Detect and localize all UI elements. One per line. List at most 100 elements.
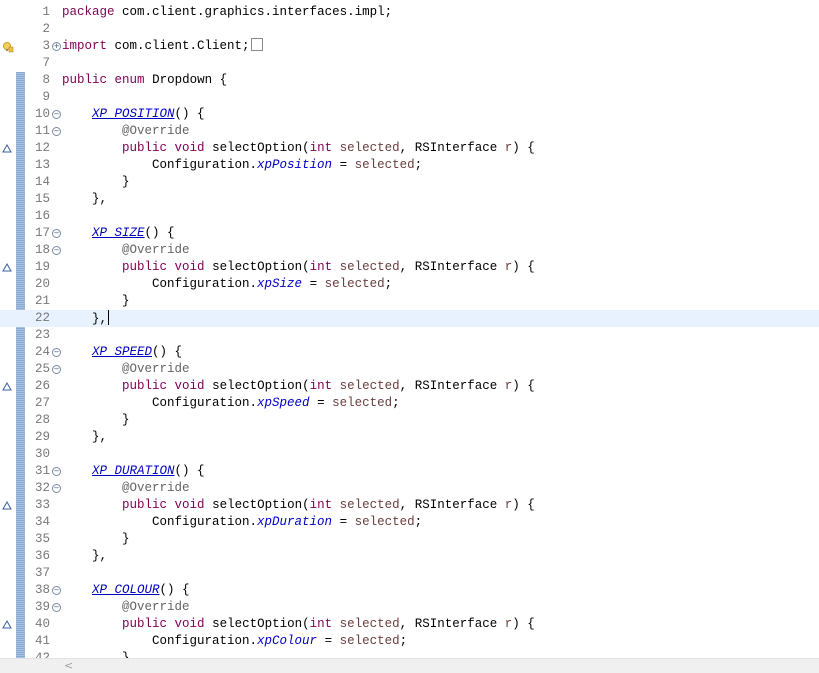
fold-collapse-icon[interactable]: − (52, 365, 61, 374)
code-editor[interactable]: 1 package com.client.graphics.interfaces.… (0, 0, 819, 658)
code-line[interactable]: 16 (0, 208, 819, 225)
fold-collapse-icon[interactable]: − (52, 603, 61, 612)
code-line[interactable]: 18 @Override − (0, 242, 819, 259)
code-line[interactable]: 20 Configuration.xpSize = selected; (0, 276, 819, 293)
code-line[interactable]: 28 } (0, 412, 819, 429)
code-line[interactable]: 26 public void selectOption(int selected… (0, 378, 819, 395)
code-text: }, (62, 191, 107, 208)
code-line[interactable]: 32 @Override − (0, 480, 819, 497)
code-line[interactable]: 13 Configuration.xpPosition = selected; (0, 157, 819, 174)
fold-collapse-icon[interactable]: − (52, 110, 61, 119)
code-line[interactable]: 35 } (0, 531, 819, 548)
code-text: XP_DURATION() { (62, 463, 205, 480)
code-line[interactable]: 9 (0, 89, 819, 106)
param-name: selected (332, 396, 393, 410)
fold-collapse-icon[interactable]: − (52, 127, 61, 136)
override-marker-icon[interactable] (2, 619, 12, 629)
warning-lightbulb-icon[interactable] (2, 41, 14, 53)
code-line[interactable]: 17 XP_SIZE() {− (0, 225, 819, 242)
code-line[interactable]: 37 (0, 565, 819, 582)
code-line[interactable]: 42 } (0, 650, 819, 658)
code-line[interactable]: 21 } (0, 293, 819, 310)
code-line[interactable]: 10 XP_POSITION() {− (0, 106, 819, 123)
line-number: 33 (34, 498, 50, 512)
method-tail: ) { (512, 617, 535, 631)
code-line[interactable]: 30 (0, 446, 819, 463)
code-line[interactable]: 41 Configuration.xpColour = selected; (0, 633, 819, 650)
code-line[interactable]: 25 @Override − (0, 361, 819, 378)
code-line[interactable]: 38 XP_COLOUR() {− (0, 582, 819, 599)
fold-expand-icon[interactable]: + (52, 42, 61, 51)
code-line[interactable]: 36 }, (0, 548, 819, 565)
code-text: XP_POSITION() { (62, 106, 205, 123)
code-text: @Override (62, 361, 190, 378)
code-line[interactable]: 3 import com.client.Client; + (0, 38, 819, 55)
fold-collapse-icon[interactable]: − (52, 484, 61, 493)
line-number: 38 (34, 583, 50, 597)
param-name: selected (339, 260, 400, 274)
fold-collapse-icon[interactable]: − (52, 348, 61, 357)
override-marker-icon[interactable] (2, 500, 12, 510)
code-line[interactable]: 7 (0, 55, 819, 72)
method-name: selectOption( (212, 379, 310, 393)
enum-constant-name: XP_DURATION (92, 464, 175, 478)
code-line[interactable]: 11 @Override − (0, 123, 819, 140)
code-line[interactable]: 2 (0, 21, 819, 38)
code-line[interactable]: 34 Configuration.xpDuration = selected; (0, 514, 819, 531)
override-marker-icon[interactable] (2, 381, 12, 391)
horizontal-scrollbar[interactable]: < (0, 658, 819, 673)
fold-collapse-icon[interactable]: − (52, 229, 61, 238)
line-number: 40 (34, 617, 50, 631)
code-text: @Override (62, 599, 190, 616)
code-line[interactable]: 12 public void selectOption(int selected… (0, 140, 819, 157)
enum-declaration: Dropdown { (152, 73, 228, 87)
code-text: import com.client.Client; (62, 38, 263, 55)
code-line[interactable]: 19 public void selectOption(int selected… (0, 259, 819, 276)
override-annotation: @Override (122, 600, 190, 614)
override-marker-icon[interactable] (2, 262, 12, 272)
param-name: selected (354, 158, 415, 172)
code-line[interactable]: 22 }, (0, 310, 819, 327)
comma: , (399, 379, 408, 393)
keyword: package (62, 5, 115, 19)
code-line[interactable]: 8 public enum Dropdown { (0, 72, 819, 89)
code-text: XP_SIZE() { (62, 225, 175, 242)
code-line[interactable]: 29 }, (0, 429, 819, 446)
code-line[interactable]: 39 @Override − (0, 599, 819, 616)
code-line[interactable]: 24 XP_SPEED() {− (0, 344, 819, 361)
code-line[interactable]: 27 Configuration.xpSpeed = selected; (0, 395, 819, 412)
fold-collapse-icon[interactable]: − (52, 586, 61, 595)
const-open: () { (159, 583, 190, 597)
param-name: selected (339, 141, 400, 155)
code-line[interactable]: 31 XP_DURATION() {− (0, 463, 819, 480)
comma: , (399, 498, 408, 512)
close-const: }, (92, 430, 108, 444)
code-line[interactable]: 33 public void selectOption(int selected… (0, 497, 819, 514)
code-text: Configuration.xpSize = selected; (62, 276, 392, 293)
code-text: }, (62, 429, 107, 446)
override-annotation: @Override (122, 362, 190, 376)
type-name: RSInterface (414, 379, 498, 393)
class-ref: Configuration. (152, 396, 258, 410)
keyword: enum (114, 73, 145, 87)
code-text: public void selectOption(int selected, R… (62, 259, 535, 276)
code-text: Configuration.xpPosition = selected; (62, 157, 422, 174)
method-name: selectOption( (212, 141, 310, 155)
code-line[interactable]: 14 } (0, 174, 819, 191)
fold-collapse-icon[interactable]: − (52, 246, 61, 255)
fold-collapse-icon[interactable]: − (52, 467, 61, 476)
class-ref: Configuration. (152, 158, 258, 172)
code-line[interactable]: 15 }, (0, 191, 819, 208)
override-marker-icon[interactable] (2, 143, 12, 153)
method-name: selectOption( (212, 260, 310, 274)
code-line[interactable]: 23 (0, 327, 819, 344)
line-number: 41 (34, 634, 50, 648)
code-line[interactable]: 40 public void selectOption(int selected… (0, 616, 819, 633)
scroll-left-icon[interactable]: < (64, 659, 73, 673)
code-line[interactable]: 1 package com.client.graphics.interfaces.… (0, 4, 819, 21)
param-name: selected (339, 634, 400, 648)
collapsed-imports-icon[interactable] (250, 38, 263, 51)
line-number: 11 (34, 124, 50, 138)
line-number: 21 (34, 294, 50, 308)
close-const: }, (92, 312, 108, 326)
